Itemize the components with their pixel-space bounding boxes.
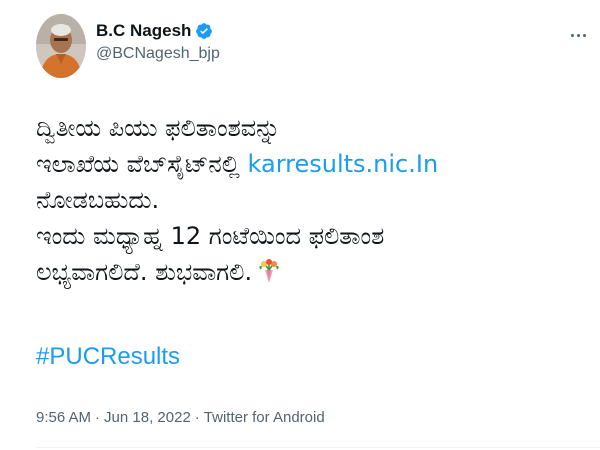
- tweet-meta: 9:56 AM · Jun 18, 2022 · Twitter for And…: [36, 409, 325, 426]
- more-options-icon[interactable]: [571, 34, 586, 37]
- tweet-line-3: ನೋಡಬಹುದು.: [36, 186, 160, 214]
- tweet-line-1: ದ್ವಿತೀಯ ಪಿಯು ಫಲಿತಾಂಶವನ್ನು: [36, 114, 281, 142]
- tweet-line-5-text: ಲಭ್ಯವಾಗಲಿದೆ. ಶುಭವಾಗಲಿ.: [36, 258, 253, 286]
- tweet-line-2: ಇಲಾಖೆಯ ವೆಬ್‌ಸೈಟ್‌ನಲ್ಲಿ karresults.nic.In: [36, 146, 576, 182]
- results-link[interactable]: karresults.nic.In: [248, 150, 439, 178]
- hashtag-link[interactable]: #PUCResults: [36, 343, 180, 371]
- avatar-photo: [36, 14, 86, 78]
- tweet-source: Twitter for Android: [203, 409, 325, 426]
- tweet-line-4: ಇಂದು ಮಧ್ಯಾಹ್ನ 12 ಗಂಟೆಯಿಂದ ಫಲಿತಾಂಶ: [36, 222, 385, 250]
- author-handle[interactable]: @BCNagesh_bjp: [96, 45, 220, 63]
- tweet-date[interactable]: Jun 18, 2022: [104, 409, 191, 426]
- verified-badge-icon: [195, 22, 213, 40]
- author-name-row: B.C Nagesh: [96, 20, 220, 42]
- meta-separator: ·: [194, 409, 200, 426]
- avatar[interactable]: [36, 14, 86, 78]
- meta-separator: ·: [95, 409, 101, 426]
- tweet-time[interactable]: 9:56 AM: [36, 409, 91, 426]
- bouquet-icon: [256, 258, 282, 294]
- tweet-line-5: ಲಭ್ಯವಾಗಲಿದೆ. ಶುಭವಾಗಲಿ.: [36, 254, 576, 294]
- tweet-line-2-text: ಇಲಾಖೆಯ ವೆಬ್‌ಸೈಟ್‌ನಲ್ಲಿ: [36, 150, 248, 178]
- author-info: B.C Nagesh @BCNagesh_bjp: [96, 20, 220, 63]
- tweet-text: ದ್ವಿತೀಯ ಪಿಯು ಫಲಿತಾಂಶವನ್ನು ಇಲಾಖೆಯ ವೆಬ್‌ಸೈ…: [36, 110, 576, 294]
- tweet-card: B.C Nagesh @BCNagesh_bjp ದ್ವಿತೀಯ ಪಿಯು ಫಲ…: [0, 0, 600, 450]
- tweet-header: B.C Nagesh @BCNagesh_bjp: [36, 14, 220, 80]
- divider: [36, 447, 600, 448]
- author-name[interactable]: B.C Nagesh: [96, 21, 191, 41]
